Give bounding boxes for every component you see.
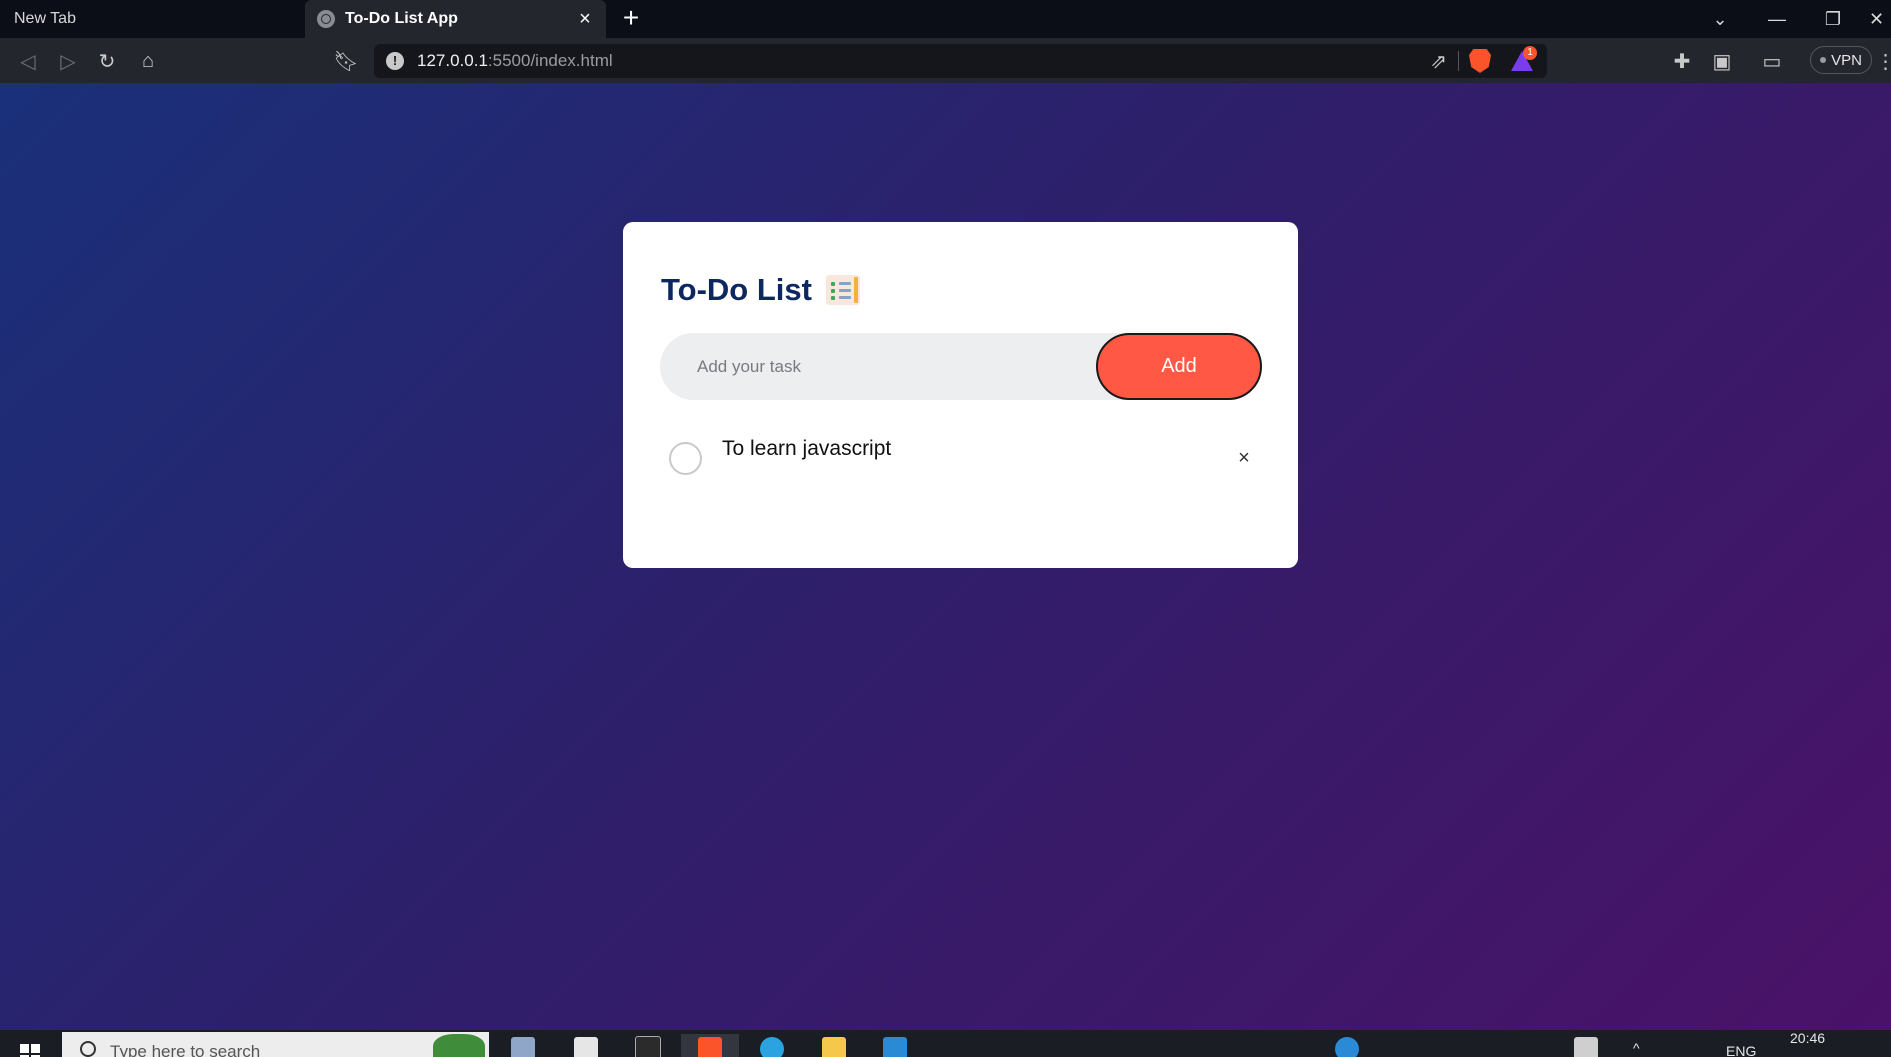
store-app-icon[interactable]: [570, 1034, 602, 1057]
title-text: To-Do List: [661, 272, 812, 307]
url-path: :5500/index.html: [487, 51, 613, 70]
address-url[interactable]: 127.0.0.1:5500/index.html: [417, 51, 613, 71]
wallet-icon[interactable]: ▭: [1758, 47, 1786, 75]
sidebar-icon[interactable]: ▣: [1708, 47, 1736, 75]
omnibox-divider: [1458, 51, 1459, 71]
task-text[interactable]: To learn javascript: [722, 437, 891, 461]
brave-app-icon[interactable]: [681, 1034, 739, 1057]
vpn-button[interactable]: VPN: [1810, 46, 1872, 74]
todo-card: To-Do List Add To learn javascript ×: [623, 222, 1298, 568]
tab-label: New Tab: [14, 10, 76, 27]
bookmark-icon[interactable]: 🔖︎: [332, 47, 360, 75]
vpn-label: VPN: [1831, 51, 1862, 69]
task-checkbox[interactable]: [669, 442, 702, 475]
add-task-row: Add: [660, 333, 1262, 400]
list-item[interactable]: To learn javascript ×: [669, 437, 1259, 477]
forward-arrow-icon[interactable]: ▷: [54, 47, 82, 75]
telegram-app-icon[interactable]: [756, 1034, 788, 1057]
language-indicator[interactable]: ENG: [1726, 1043, 1756, 1057]
news-widget-icon[interactable]: [1570, 1034, 1602, 1057]
tab-search-chevron-icon[interactable]: ⌄: [1695, 0, 1745, 38]
minimize-button[interactable]: —: [1752, 0, 1802, 38]
back-arrow-icon[interactable]: ◁: [14, 47, 42, 75]
taskbar-search-placeholder: Type here to search: [110, 1042, 261, 1057]
terminal-app-icon[interactable]: [632, 1034, 664, 1057]
browser-tab-strip: New Tab To-Do List App × + ⌄ — ❐ ✕: [0, 0, 1891, 38]
file-explorer-icon[interactable]: [818, 1034, 850, 1057]
task-view-icon[interactable]: [507, 1034, 539, 1057]
info-icon[interactable]: !: [386, 52, 404, 70]
browser-toolbar: ◁ ▷ ↻ ⌂ 🔖︎ ! 127.0.0.1:5500/index.html ⇗…: [0, 38, 1891, 83]
close-window-button[interactable]: ✕: [1862, 0, 1891, 38]
home-icon[interactable]: ⌂: [134, 47, 162, 75]
search-icon: [80, 1041, 96, 1057]
close-tab-icon[interactable]: ×: [574, 8, 596, 30]
brave-shields-icon[interactable]: [1469, 49, 1491, 73]
clock-time[interactable]: 20:46: [1790, 1030, 1825, 1046]
add-task-button[interactable]: Add: [1096, 333, 1262, 400]
delete-task-icon[interactable]: ×: [1229, 443, 1259, 473]
puzzle-icon[interactable]: ✚: [1668, 47, 1696, 75]
clipboard-list-icon: [825, 275, 860, 305]
tab-label: To-Do List App: [345, 10, 458, 27]
vscode-app-icon[interactable]: [879, 1034, 911, 1057]
url-host: 127.0.0.1: [417, 51, 488, 70]
address-bar[interactable]: ! 127.0.0.1:5500/index.html ⇗ 1: [374, 44, 1547, 78]
tray-chevron-icon[interactable]: ^: [1633, 1040, 1640, 1056]
page-title: To-Do List: [661, 272, 860, 308]
menu-icon[interactable]: ⋮: [1876, 47, 1891, 75]
page-viewport: To-Do List Add To learn javascript ×: [0, 83, 1891, 1030]
windows-taskbar: Type here to search ^ ENG 20:46: [0, 1030, 1891, 1057]
restore-button[interactable]: ❐: [1808, 0, 1858, 38]
search-highlight-icon: [433, 1034, 485, 1057]
rewards-badge: 1: [1523, 46, 1537, 60]
help-icon[interactable]: [1331, 1034, 1363, 1057]
task-input[interactable]: [660, 333, 1100, 400]
tab-todo-app[interactable]: To-Do List App ×: [305, 0, 606, 38]
windows-start-icon[interactable]: [20, 1044, 40, 1057]
tab-new-tab[interactable]: New Tab: [0, 0, 305, 38]
vpn-status-dot: [1820, 57, 1827, 63]
reload-icon[interactable]: ↻: [93, 47, 121, 75]
share-icon[interactable]: ⇗: [1430, 49, 1447, 74]
screen: New Tab To-Do List App × + ⌄ — ❐ ✕ ◁ ▷ ↻…: [0, 0, 1891, 1057]
globe-icon: [317, 10, 335, 28]
taskbar-search[interactable]: Type here to search: [62, 1032, 489, 1057]
new-tab-button[interactable]: +: [617, 4, 645, 32]
